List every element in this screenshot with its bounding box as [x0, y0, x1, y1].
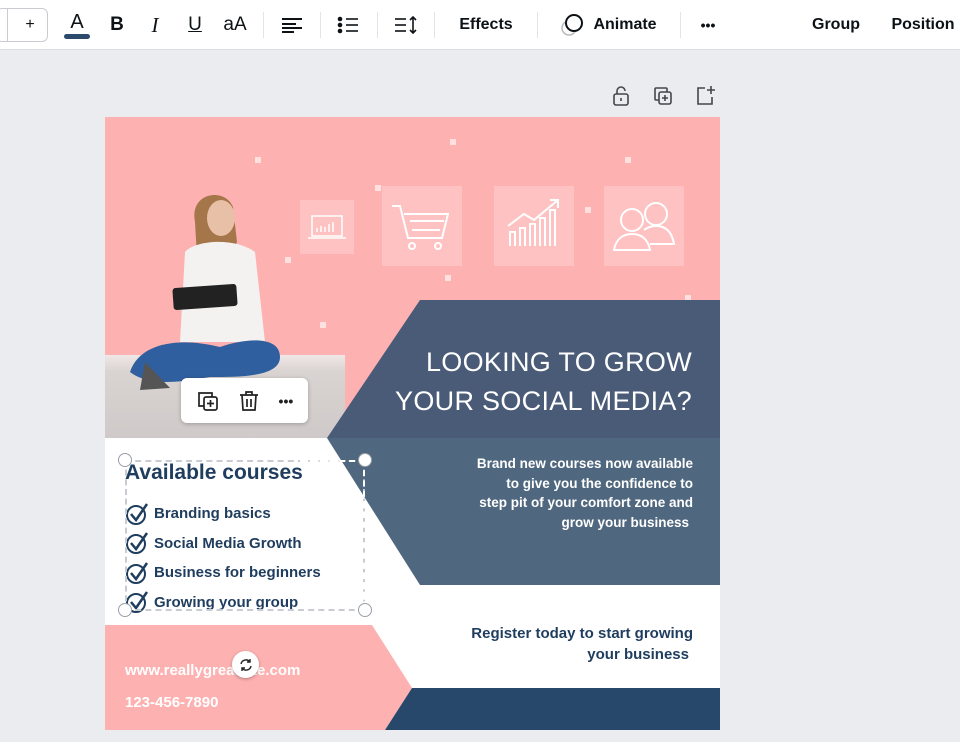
description-line: Brand new courses now available	[476, 456, 693, 471]
effects-button[interactable]: Effects	[452, 0, 520, 50]
selection-outline	[300, 460, 365, 610]
align-left-icon	[282, 18, 302, 33]
list-icon	[337, 16, 358, 34]
woman-photo	[130, 195, 280, 390]
more-button[interactable]: •••	[694, 0, 722, 50]
underline-icon: U	[188, 14, 202, 35]
resize-handle-br[interactable]	[358, 603, 372, 617]
animate-icon	[561, 14, 584, 36]
divider	[377, 12, 378, 38]
register-text: Register today to start growing your bus…	[471, 623, 693, 665]
top-toolbar: + A B I U aA Effects Animate ••• Group P…	[0, 0, 960, 50]
line-spacing-icon	[395, 15, 417, 35]
cart-tile	[382, 186, 462, 266]
shopping-cart-icon	[392, 205, 450, 250]
description-line: step pit of your comfort zone and	[479, 495, 693, 510]
lock-icon[interactable]	[609, 84, 633, 108]
italic-icon: I	[151, 12, 159, 37]
laptop-chart-tile	[300, 200, 354, 254]
headline-line: LOOKING TO GROW	[425, 347, 692, 377]
headline-line: YOUR SOCIAL MEDIA?	[395, 386, 692, 416]
divider	[263, 12, 264, 38]
font-case-button[interactable]: aA	[220, 0, 250, 50]
growth-chart-icon	[507, 199, 559, 246]
duplicate-icon[interactable]	[196, 389, 220, 413]
spacing-button[interactable]	[394, 0, 418, 50]
users-icon	[612, 202, 676, 251]
italic-button[interactable]: I	[143, 0, 167, 50]
align-button[interactable]	[280, 0, 304, 50]
text-color-icon: A	[70, 10, 84, 33]
growth-chart-tile	[494, 186, 574, 266]
users-tile	[604, 186, 684, 266]
rotate-handle[interactable]	[232, 651, 259, 678]
divider	[680, 12, 681, 38]
bold-icon: B	[110, 14, 124, 35]
bold-button[interactable]: B	[105, 0, 129, 50]
group-button[interactable]: Group	[806, 0, 866, 50]
website: www.reallygreatsite.com	[125, 662, 301, 679]
description-line: grow your business	[561, 514, 689, 530]
resize-handle-bl[interactable]	[118, 603, 132, 617]
divider	[320, 12, 321, 38]
resize-handle-tr[interactable]	[358, 453, 372, 467]
phone: 123-456-7890	[125, 694, 219, 711]
text-color-button[interactable]: A	[62, 0, 92, 50]
duplicate-icon[interactable]	[651, 84, 675, 108]
headline: LOOKING TO GROW YOUR SOCIAL MEDIA?	[395, 343, 692, 421]
register-line: your business	[587, 646, 689, 663]
underline-button[interactable]: U	[183, 0, 207, 50]
text-color-swatch	[64, 33, 90, 39]
laptop-chart-icon	[308, 215, 346, 239]
list-button[interactable]	[336, 0, 360, 50]
poster-canvas[interactable]: LOOKING TO GROW YOUR SOCIAL MEDIA? Brand…	[105, 117, 720, 730]
more-options-button[interactable]: •••	[279, 393, 294, 409]
divider	[434, 12, 435, 38]
register-line: Register today to start growing	[471, 625, 693, 642]
description-line: to give you the confidence to	[506, 475, 693, 491]
animate-label: Animate	[593, 16, 657, 33]
position-button[interactable]: Position	[886, 0, 960, 50]
trash-icon[interactable]	[237, 389, 261, 413]
divider	[537, 12, 538, 38]
description: Brand new courses now available to give …	[477, 454, 693, 532]
floating-element-toolbar: •••	[181, 378, 308, 423]
add-label[interactable]: +	[18, 0, 42, 50]
animate-button[interactable]: Animate	[553, 0, 663, 50]
resize-handle-tl[interactable]	[118, 453, 132, 467]
rotate-icon	[239, 658, 252, 671]
add-page-icon[interactable]	[693, 84, 717, 108]
